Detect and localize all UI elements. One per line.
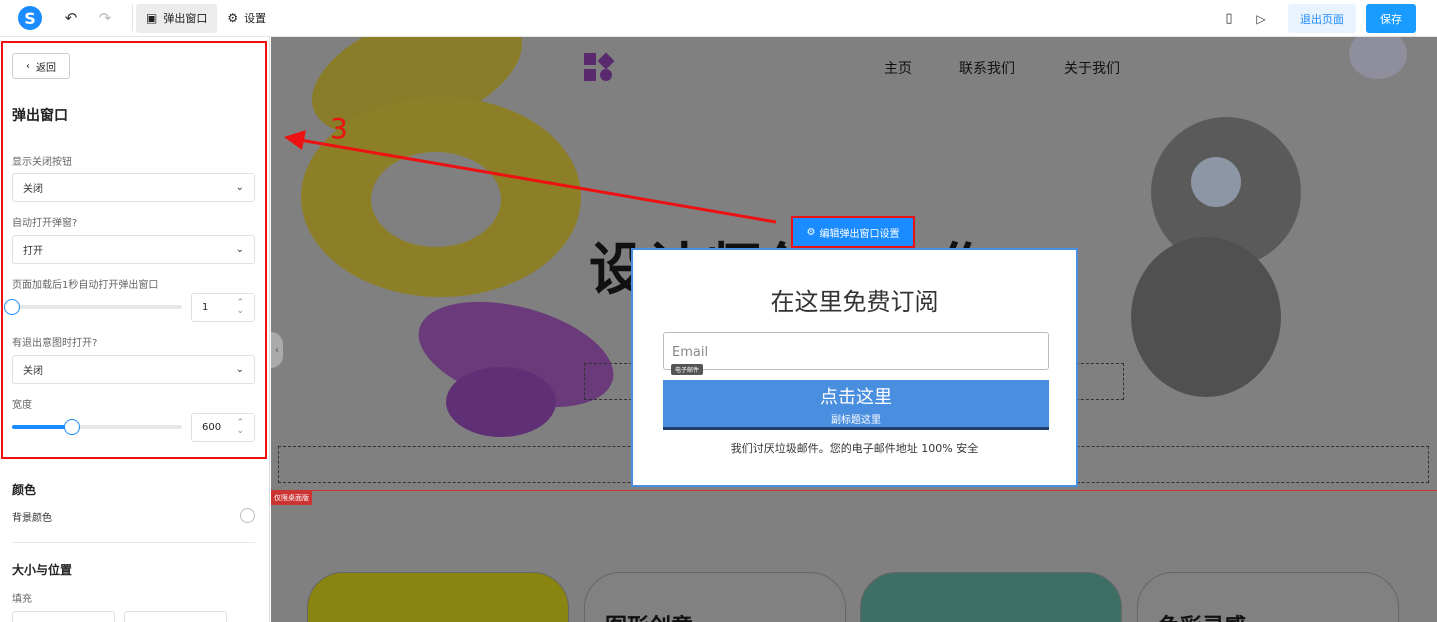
popup-icon: ▣ — [146, 11, 158, 25]
card-title: 色彩灵感 — [1158, 609, 1246, 622]
feature-card[interactable]: 色彩灵感 — [1137, 572, 1399, 622]
tab-popup-label: 弹出窗口 — [163, 12, 208, 25]
width-label: 宽度 — [12, 400, 32, 411]
stepper-icon[interactable]: ⌃ ⌄ — [236, 419, 244, 436]
save-button[interactable]: 保存 — [1366, 4, 1416, 33]
chevron-down-icon: ⌄ — [235, 182, 244, 193]
bg-color-label: 背景颜色 — [12, 513, 52, 524]
settings-sidebar: ‹ 返回 弹出窗口 显示关闭按钮 关闭 ⌄ 自动打开弹窗? 打开 ⌄ 页面加载后… — [0, 37, 270, 622]
width-value: 600 — [202, 422, 222, 433]
card-title: 图形创意 — [605, 609, 693, 622]
auto-open-value: 打开 — [23, 246, 43, 257]
email-field[interactable]: Email — [663, 332, 1049, 370]
logo-square — [584, 53, 596, 65]
top-toolbar: S ↶ ↷ ▣ 弹出窗口 ⚙ 设置 ▯ ▷ 退出页面 保存 — [0, 0, 1437, 37]
purple-shape-2 — [446, 367, 556, 437]
delay-slider-handle[interactable] — [4, 299, 20, 315]
padding-input[interactable] — [124, 611, 227, 622]
email-field-tag: 电子邮件 — [671, 364, 704, 375]
back-button-label: 返回 — [36, 62, 56, 74]
logo-square — [597, 52, 615, 70]
bg-color-swatch[interactable] — [240, 508, 255, 523]
tab-settings[interactable]: ⚙ 设置 — [217, 4, 276, 33]
desktop-only-tag: 仅限桌面版 — [271, 491, 312, 505]
feature-card[interactable] — [860, 572, 1122, 622]
auto-open-select[interactable]: 打开 ⌄ — [12, 235, 255, 264]
privacy-note: 我们讨厌垃圾邮件。您的电子邮件地址 100% 安全 — [730, 442, 979, 455]
annotation-step-number: 3 — [330, 112, 348, 145]
popup-modal[interactable]: 在这里免费订阅 Email 电子邮件 点击这里 副标题这里 我们讨厌垃圾邮件。您… — [631, 248, 1078, 487]
show-close-value: 关闭 — [23, 184, 43, 195]
nav-link-home[interactable]: 主页 — [884, 58, 912, 78]
fill-label: 填充 — [12, 594, 32, 605]
exit-intent-value: 关闭 — [23, 366, 43, 377]
exit-intent-label: 有退出意图时打开? — [12, 338, 98, 349]
width-slider-fill — [12, 425, 72, 429]
show-close-label: 显示关闭按钮 — [12, 157, 72, 168]
chevron-down-icon: ⌄ — [235, 364, 244, 375]
cta-main-label: 点击这里 — [820, 387, 892, 408]
toolbar-right: ▯ ▷ 退出页面 保存 — [1218, 0, 1437, 37]
exit-intent-select[interactable]: 关闭 ⌄ — [12, 355, 255, 384]
app-logo[interactable]: S — [18, 6, 42, 30]
page-canvas: 主页 联系我们 关于我们 设计师创意之作。 ⚙ 编辑弹出窗口设置 ‹ 仅限桌面版… — [271, 37, 1437, 622]
collapse-sidebar-handle[interactable]: ‹ — [271, 332, 283, 368]
cta-button[interactable]: 点击这里 副标题这里 — [663, 380, 1049, 430]
mobile-preview-icon[interactable]: ▯ — [1218, 8, 1240, 30]
tab-popup[interactable]: ▣ 弹出窗口 — [136, 3, 218, 33]
stepper-icon[interactable]: ⌃ ⌄ — [236, 299, 244, 316]
size-section-title: 大小与位置 — [12, 563, 73, 577]
gray-shape-2 — [1131, 237, 1281, 397]
logo-circle — [600, 69, 612, 81]
edit-popup-settings-button[interactable]: ⚙ 编辑弹出窗口设置 — [791, 216, 915, 248]
panel-title: 弹出窗口 — [12, 108, 68, 124]
delay-slider[interactable] — [4, 299, 182, 315]
nav-link-contact[interactable]: 联系我们 — [959, 58, 1015, 78]
edit-popup-label: 编辑弹出窗口设置 — [819, 228, 900, 240]
play-icon[interactable]: ▷ — [1250, 8, 1272, 30]
chevron-down-icon: ⌄ — [235, 244, 244, 255]
desktop-only-line — [271, 490, 1437, 491]
bubble — [1349, 37, 1407, 79]
delay-value: 1 — [202, 302, 209, 313]
exit-page-button[interactable]: 退出页面 — [1288, 4, 1356, 33]
show-close-select[interactable]: 关闭 ⌄ — [12, 173, 255, 202]
nav-link-about[interactable]: 关于我们 — [1064, 58, 1120, 78]
bubble — [1191, 157, 1241, 207]
site-logo[interactable] — [584, 52, 615, 83]
cta-sub-label: 副标题这里 — [831, 415, 881, 426]
section-divider — [12, 542, 255, 543]
delay-number-input[interactable]: 1 ⌃ ⌄ — [191, 293, 255, 322]
width-slider[interactable] — [12, 419, 182, 435]
logo-square — [584, 69, 596, 81]
width-slider-handle[interactable] — [63, 419, 80, 435]
gear-icon: ⚙ — [806, 226, 816, 238]
chevron-left-icon: ‹ — [26, 60, 30, 72]
padding-input[interactable] — [12, 611, 115, 622]
torus-hole — [371, 152, 501, 247]
feature-card[interactable] — [307, 572, 569, 622]
toolbar-divider — [132, 5, 133, 31]
undo-icon[interactable]: ↶ — [60, 7, 82, 29]
back-button[interactable]: ‹ 返回 — [12, 53, 70, 79]
redo-icon[interactable]: ↷ — [94, 7, 116, 29]
tab-settings-label: 设置 — [244, 12, 267, 25]
auto-open-label: 自动打开弹窗? — [12, 218, 78, 229]
feature-card[interactable]: 图形创意 — [584, 572, 846, 622]
width-number-input[interactable]: 600 ⌃ ⌄ — [191, 413, 255, 442]
delay-label: 页面加载后1秒自动打开弹出窗口 — [12, 280, 159, 291]
popup-title: 在这里免费订阅 — [770, 288, 939, 316]
color-section-title: 颜色 — [12, 483, 37, 497]
gear-icon: ⚙ — [227, 11, 239, 25]
